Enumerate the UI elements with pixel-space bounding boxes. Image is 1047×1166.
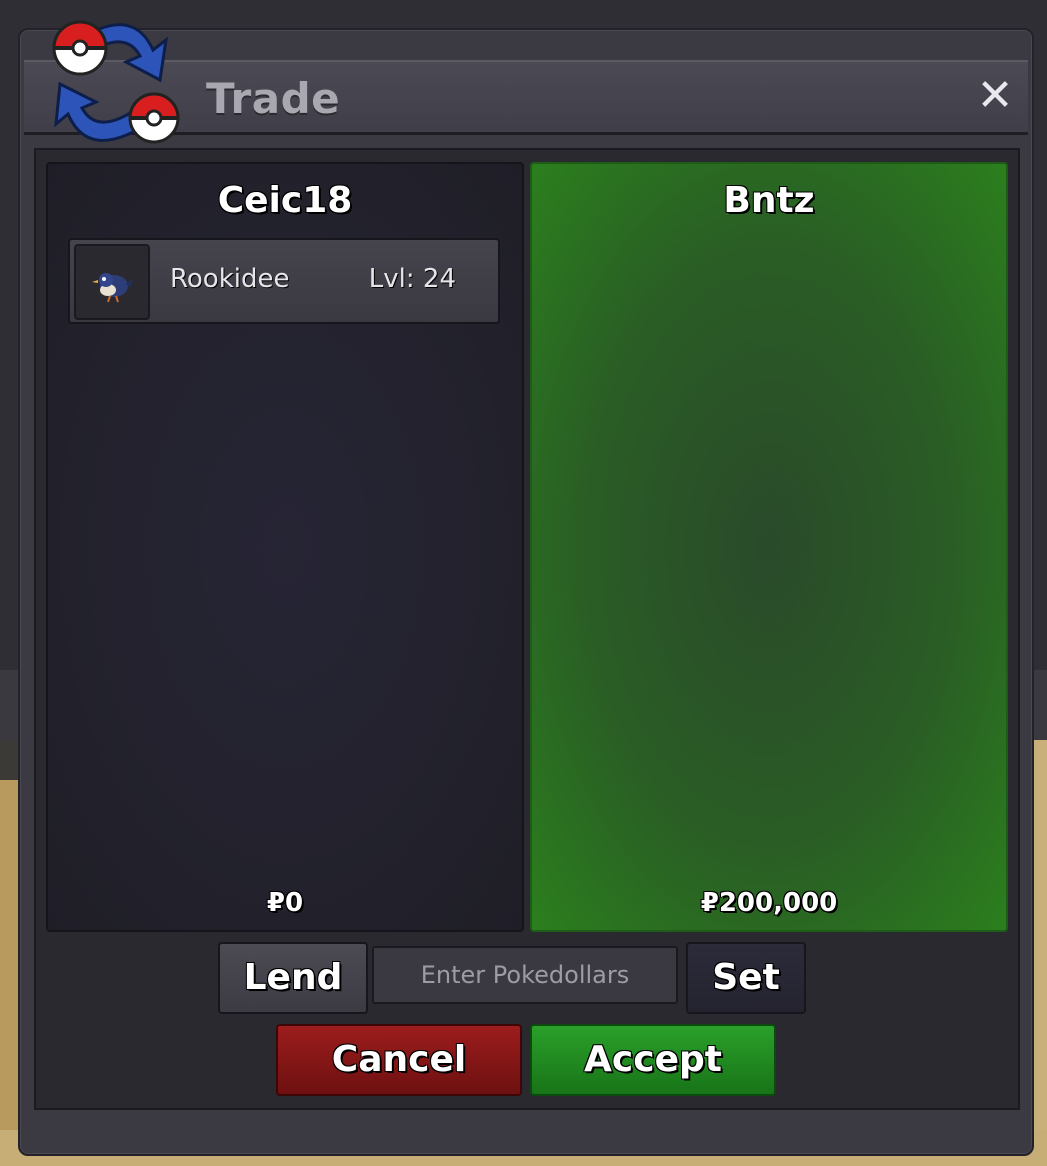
lend-button[interactable]: Lend	[218, 942, 368, 1014]
trade-window: Trade ✕ Ceic18 Rookidee Lvl: 24 ₽0 Bntz …	[18, 20, 1034, 1156]
game-sand-tiles-left	[0, 780, 20, 1166]
money-left: ₽0	[266, 888, 304, 918]
player-name-left: Ceic18	[217, 180, 353, 221]
player-name-right: Bntz	[723, 180, 815, 221]
pokemon-name: Rookidee	[170, 264, 290, 294]
pokemon-level: Lvl: 24	[368, 264, 456, 294]
partner-offer-panel: Bntz ₽200,000	[530, 162, 1008, 932]
pokedollars-input[interactable]	[372, 946, 678, 1004]
cancel-button[interactable]: Cancel	[276, 1024, 522, 1096]
set-button[interactable]: Set	[686, 942, 806, 1014]
pokemon-icon-slot	[74, 244, 150, 320]
trade-item-row[interactable]: Rookidee Lvl: 24	[68, 238, 500, 324]
close-icon[interactable]: ✕	[972, 74, 1018, 120]
rookidee-sprite-icon	[92, 273, 134, 303]
money-right: ₽200,000	[700, 888, 838, 918]
accept-button[interactable]: Accept	[530, 1024, 776, 1096]
window-title: Trade	[206, 74, 341, 123]
my-offer-panel: Ceic18 Rookidee Lvl: 24 ₽0	[46, 162, 524, 932]
trade-content: Ceic18 Rookidee Lvl: 24 ₽0 Bntz ₽200,000…	[34, 148, 1020, 1110]
trade-swap-icon	[52, 20, 180, 144]
